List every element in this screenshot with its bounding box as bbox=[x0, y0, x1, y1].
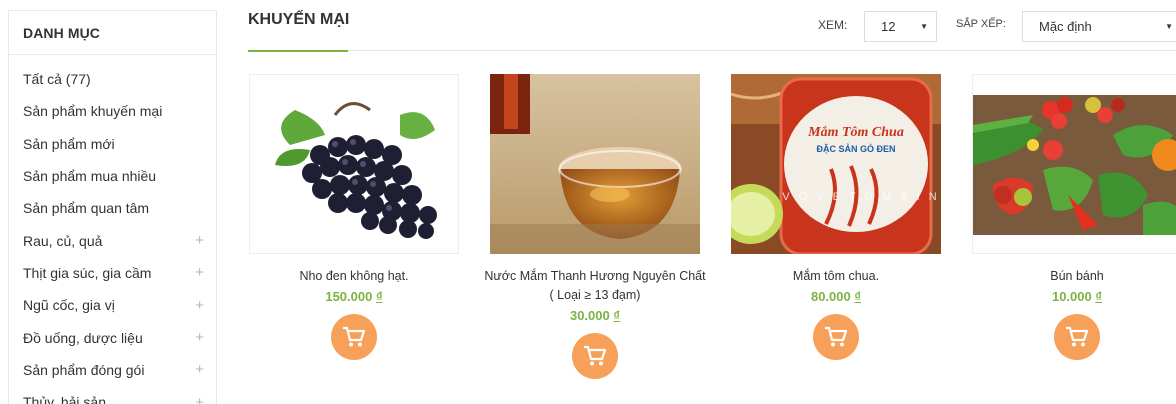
product-price: 80.000 ₫ bbox=[725, 289, 947, 304]
currency-symbol: ₫ bbox=[854, 289, 862, 304]
category-list: Tất cả (77) Sản phẩm khuyến mại Sản phẩm… bbox=[9, 55, 216, 404]
price-value: 10.000 bbox=[1051, 289, 1092, 304]
jar-label-subtitle: ĐẶC SẢN GÒ ĐEN bbox=[816, 143, 895, 154]
sidebar-item-packaged[interactable]: Sản phẩm đóng gói + bbox=[9, 354, 216, 386]
sidebar-item-label: Sản phẩm mới bbox=[23, 135, 115, 152]
product-name[interactable]: Nước Mắm Thanh Hương Nguyên Chất ( Loại … bbox=[484, 267, 706, 305]
product-price: 30.000 ₫ bbox=[484, 308, 706, 323]
product-price: 10.000 ₫ bbox=[966, 289, 1176, 304]
product-card: Bún bánh 10.000 ₫ bbox=[966, 74, 1176, 360]
sidebar-item-label: Tất cả (77) bbox=[23, 71, 91, 88]
product-card: Nho đen không hạt. 150.000 ₫ bbox=[243, 74, 465, 360]
sidebar-item-seafood[interactable]: Thủy, hải sản + bbox=[9, 386, 216, 404]
product-image-vegetables[interactable] bbox=[972, 74, 1176, 254]
sidebar-item-label: Sản phẩm quan tâm bbox=[23, 200, 150, 217]
sidebar-item-label: Thịt gia súc, gia cầm bbox=[23, 264, 152, 281]
sidebar-item-label: Đồ uống, dược liệu bbox=[23, 329, 143, 346]
sidebar-item-label: Sản phẩm đóng gói bbox=[23, 361, 145, 378]
sort-value: Mặc định bbox=[1039, 19, 1092, 34]
sort-select[interactable]: Mặc định ▼ bbox=[1022, 11, 1176, 42]
caret-down-icon: ▼ bbox=[1165, 22, 1173, 31]
sidebar-item-all[interactable]: Tất cả (77) bbox=[9, 63, 216, 95]
expand-plus-icon[interactable]: + bbox=[195, 394, 204, 404]
title-accent-bar bbox=[248, 50, 348, 52]
currency-symbol: ₫ bbox=[1095, 289, 1103, 304]
sidebar-item-promotions[interactable]: Sản phẩm khuyến mại bbox=[9, 95, 216, 127]
product-name[interactable]: Mắm tôm chua. bbox=[725, 267, 947, 286]
sidebar-item-label: Ngũ cốc, gia vị bbox=[23, 297, 115, 314]
category-sidebar: DANH MỤC Tất cả (77) Sản phẩm khuyến mại… bbox=[8, 10, 217, 404]
image-watermark: V O V E T O M S I N bbox=[782, 191, 939, 203]
product-image-fish-sauce[interactable] bbox=[490, 74, 700, 254]
sidebar-item-grains-spices[interactable]: Ngũ cốc, gia vị + bbox=[9, 289, 216, 321]
view-count-select[interactable]: 12 ▼ bbox=[864, 11, 937, 42]
sidebar-item-label: Rau, củ, quả bbox=[23, 232, 103, 249]
sidebar-item-drinks-herbs[interactable]: Đồ uống, dược liệu + bbox=[9, 321, 216, 353]
sidebar-item-label: Thủy, hải sản bbox=[23, 394, 107, 404]
sidebar-item-label: Sản phẩm khuyến mại bbox=[23, 103, 163, 120]
add-to-cart-button[interactable] bbox=[331, 314, 377, 360]
expand-plus-icon[interactable]: + bbox=[195, 264, 204, 281]
sidebar-item-meat[interactable]: Thịt gia súc, gia cầm + bbox=[9, 257, 216, 289]
product-name[interactable]: Bún bánh bbox=[966, 267, 1176, 286]
title-divider bbox=[248, 50, 1176, 51]
sidebar-item-produce[interactable]: Rau, củ, quả + bbox=[9, 224, 216, 256]
cart-icon bbox=[825, 326, 848, 347]
expand-plus-icon[interactable]: + bbox=[195, 297, 204, 314]
jar-label-title: Mắm Tôm Chua bbox=[807, 125, 904, 140]
sidebar-item-new[interactable]: Sản phẩm mới bbox=[9, 128, 216, 160]
sidebar-title: DANH MỤC bbox=[9, 11, 216, 55]
page-title: KHUYẾN MẠI bbox=[248, 11, 350, 28]
product-image-shrimp-paste[interactable]: Mắm Tôm Chua ĐẶC SẢN GÒ ĐEN V O V E T O … bbox=[731, 74, 941, 254]
expand-plus-icon[interactable]: + bbox=[195, 361, 204, 378]
sort-label: SẮP XẾP: bbox=[956, 18, 1006, 30]
caret-down-icon: ▼ bbox=[920, 22, 928, 31]
add-to-cart-button[interactable] bbox=[1054, 314, 1100, 360]
sidebar-item-label: Sản phẩm mua nhiều bbox=[23, 168, 157, 185]
cart-icon bbox=[584, 345, 607, 366]
sidebar-item-featured[interactable]: Sản phẩm quan tâm bbox=[9, 192, 216, 224]
add-to-cart-button[interactable] bbox=[813, 314, 859, 360]
expand-plus-icon[interactable]: + bbox=[195, 329, 204, 346]
cart-icon bbox=[1066, 326, 1089, 347]
price-value: 150.000 bbox=[325, 289, 373, 304]
add-to-cart-button[interactable] bbox=[572, 333, 618, 379]
product-name[interactable]: Nho đen không hạt. bbox=[243, 267, 465, 286]
expand-plus-icon[interactable]: + bbox=[195, 232, 204, 249]
currency-symbol: ₫ bbox=[375, 289, 383, 304]
currency-symbol: ₫ bbox=[613, 308, 621, 323]
cart-icon bbox=[343, 326, 366, 347]
product-card: Mắm Tôm Chua ĐẶC SẢN GÒ ĐEN V O V E T O … bbox=[725, 74, 947, 360]
price-value: 80.000 bbox=[810, 289, 851, 304]
sidebar-item-bestsellers[interactable]: Sản phẩm mua nhiều bbox=[9, 160, 216, 192]
product-image-grapes[interactable] bbox=[249, 74, 459, 254]
product-card: Nước Mắm Thanh Hương Nguyên Chất ( Loại … bbox=[484, 74, 706, 379]
view-count-value: 12 bbox=[881, 19, 896, 34]
price-value: 30.000 bbox=[569, 308, 610, 323]
product-price: 150.000 ₫ bbox=[243, 289, 465, 304]
view-count-label: XEM: bbox=[818, 18, 848, 32]
